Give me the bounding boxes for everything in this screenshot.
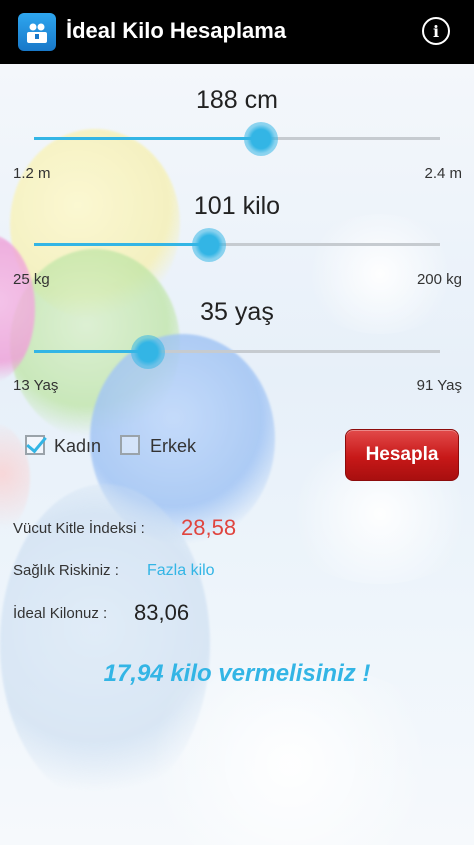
- weight-max-label: 200 kg: [416, 271, 462, 288]
- age-value: 35 yaş: [200, 298, 274, 326]
- bmi-label: Vücut Kitle İndeksi :: [13, 520, 145, 537]
- male-label[interactable]: Erkek: [150, 436, 196, 457]
- male-checkbox[interactable]: [120, 435, 140, 455]
- weight-value: 101 kilo: [193, 192, 281, 220]
- calculate-button[interactable]: Hesapla: [345, 429, 459, 481]
- risk-label: Sağlık Riskiniz :: [13, 562, 119, 579]
- app-title: İdeal Kilo Hesaplama: [66, 18, 287, 43]
- result-message: 17,94 kilo vermelisiniz !: [103, 660, 371, 687]
- bmi-value: 28,58: [181, 515, 237, 540]
- app-logo-icon[interactable]: [18, 13, 56, 51]
- height-min-label: 1.2 m: [13, 165, 51, 182]
- age-slider[interactable]: [34, 335, 440, 369]
- height-slider-fill: [34, 137, 262, 140]
- risk-value: Fazla kilo: [147, 562, 215, 579]
- weight-slider[interactable]: [34, 228, 440, 262]
- info-icon[interactable]: i: [422, 17, 450, 45]
- female-label[interactable]: Kadın: [54, 436, 101, 457]
- weight-min-label: 25 kg: [13, 271, 50, 288]
- action-bar: İdeal Kilo Hesaplama i: [0, 0, 474, 64]
- cloud: [120, 664, 460, 845]
- height-max-label: 2.4 m: [424, 165, 462, 182]
- age-min-label: 13 Yaş: [13, 377, 59, 394]
- ideal-weight-value: 83,06: [134, 600, 190, 625]
- weight-slider-fill: [34, 243, 209, 246]
- age-slider-thumb[interactable]: [130, 335, 165, 369]
- height-slider[interactable]: [34, 122, 440, 156]
- female-checkbox[interactable]: [25, 435, 45, 455]
- height-value: 188 cm: [196, 86, 278, 114]
- ideal-weight-label: İdeal Kilonuz :: [13, 605, 108, 622]
- age-max-label: 91 Yaş: [416, 377, 462, 394]
- weight-slider-thumb[interactable]: [191, 228, 226, 262]
